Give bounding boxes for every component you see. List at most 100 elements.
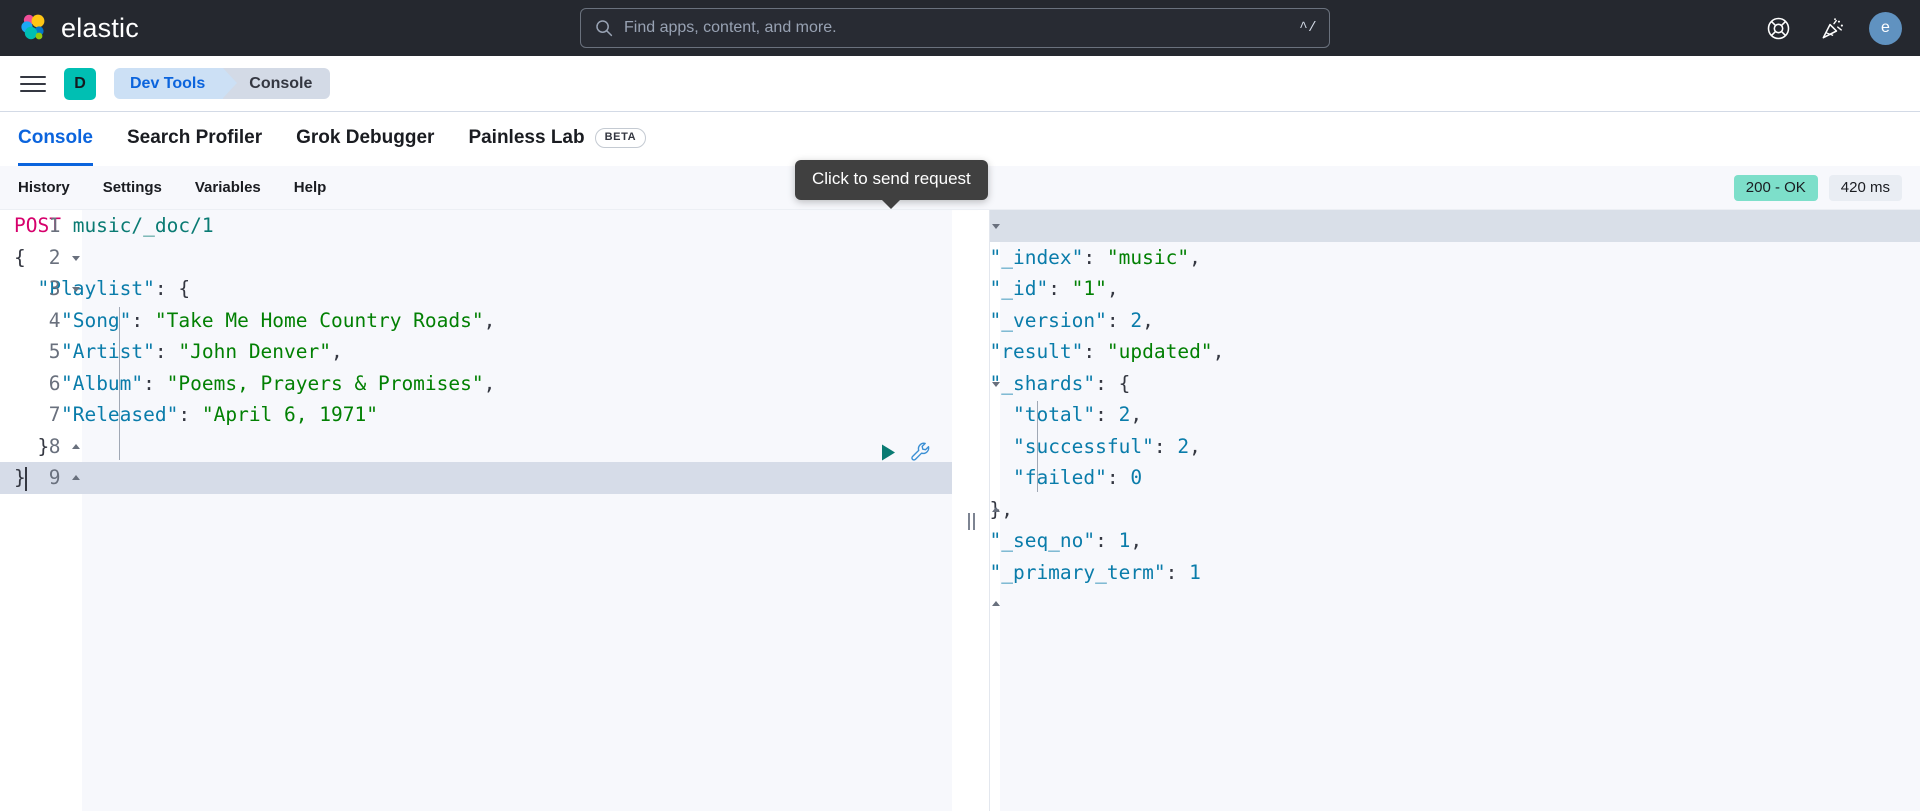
code-token: "John Denver" [178, 340, 331, 363]
menu-item-variables[interactable]: Variables [195, 180, 261, 195]
lifebuoy-help-icon [1766, 16, 1791, 41]
line-number: 4 [0, 305, 82, 337]
help-button[interactable] [1761, 11, 1795, 45]
request-editor-pane[interactable]: 1POST music/_doc/12{3 "Playlist": {4 "So… [0, 210, 952, 811]
code-token: , [484, 372, 496, 395]
code-token: 2 [1130, 309, 1142, 332]
line-number: 9 [0, 462, 82, 494]
code-token: "Take Me Home Country Roads" [155, 309, 484, 332]
code-line[interactable]: 1POST music/_doc/1 [0, 210, 952, 242]
beta-badge: BETA [595, 128, 647, 148]
code-line[interactable]: 3 "Playlist": { [0, 273, 952, 305]
code-token: , [1189, 435, 1201, 458]
code-token: , [1142, 309, 1154, 332]
tab-console[interactable]: Console [18, 112, 93, 166]
console-split-area: 1POST music/_doc/12{3 "Playlist": {4 "So… [0, 210, 1920, 811]
tooltip-text: Click to send request [812, 169, 971, 188]
breadcrumb-label: Dev Tools [130, 75, 205, 93]
fold-up-icon[interactable] [992, 507, 1000, 512]
code-line[interactable]: 5 "Artist": "John Denver", [0, 336, 952, 368]
code-line: 2 "_index": "music", [952, 242, 1920, 274]
request-options-button[interactable] [910, 441, 932, 463]
fold-down-icon[interactable] [72, 287, 80, 292]
code-token: : [1083, 340, 1106, 363]
fold-down-icon[interactable] [72, 256, 80, 261]
fold-down-icon[interactable] [992, 224, 1000, 229]
fold-up-icon[interactable] [72, 475, 80, 480]
code-token: : [1095, 403, 1118, 426]
line-number: 8 [0, 431, 82, 463]
code-token: , [1107, 277, 1119, 300]
code-token: 2 [1177, 435, 1189, 458]
menu-label: Variables [195, 179, 261, 196]
indent-guide [1037, 401, 1038, 492]
request-action-icons [880, 441, 932, 463]
menu-label: Help [294, 179, 327, 196]
breadcrumb-item-dev-tools[interactable]: Dev Tools [114, 68, 223, 99]
code-token: "_index" [989, 246, 1083, 269]
elastic-brand[interactable]: elastic [0, 12, 139, 44]
code-token: : [1048, 277, 1071, 300]
code-line[interactable]: 2{ [0, 242, 952, 274]
code-token: : [1154, 435, 1177, 458]
response-editor-pane[interactable]: 1{2 "_index": "music",3 "_id": "1",4 "_v… [952, 210, 1920, 811]
line-number: 1 [0, 210, 82, 242]
breadcrumb-item-console[interactable]: Console [223, 68, 330, 99]
code-line[interactable]: 7 "Released": "April 6, 1971" [0, 399, 952, 431]
response-status-group: 200 - OK 420 ms [1734, 175, 1902, 201]
global-search-wrapper: Find apps, content, and more. ^/ [580, 8, 1330, 48]
resize-grip-icon [968, 513, 975, 530]
fold-up-icon[interactable] [992, 601, 1000, 606]
send-request-button[interactable] [880, 443, 897, 462]
code-token: : { [155, 277, 190, 300]
breadcrumb: Dev Tools Console [114, 68, 330, 99]
code-line[interactable]: 4 "Song": "Take Me Home Country Roads", [0, 305, 952, 337]
code-token: : [1166, 561, 1189, 584]
hamburger-menu-icon[interactable] [20, 71, 46, 97]
global-search-input[interactable]: Find apps, content, and more. ^/ [580, 8, 1330, 48]
space-avatar[interactable]: D [64, 68, 96, 100]
menu-label: Settings [103, 179, 162, 196]
code-token: : [155, 340, 178, 363]
code-line: 13} [952, 588, 1920, 620]
confetti-announcements-icon [1820, 16, 1845, 41]
code-token: "updated" [1107, 340, 1213, 363]
code-line: 6 "_shards": { [952, 368, 1920, 400]
code-line[interactable]: 6 "Album": "Poems, Prayers & Promises", [0, 368, 952, 400]
panel-resize-handle[interactable] [952, 210, 990, 811]
menu-item-settings[interactable]: Settings [103, 180, 162, 195]
response-code: 1{2 "_index": "music",3 "_id": "1",4 "_v… [952, 210, 1920, 620]
menu-label: History [18, 179, 70, 196]
code-token: music/_doc/1 [73, 214, 214, 237]
elastic-logo-icon [18, 12, 50, 44]
code-token: "April 6, 1971" [202, 403, 378, 426]
code-line[interactable]: 9} [0, 462, 952, 494]
announcements-button[interactable] [1815, 11, 1849, 45]
code-line: 8 "successful": 2, [952, 431, 1920, 463]
app-tabs: Console Search Profiler Grok Debugger Pa… [0, 112, 1920, 166]
send-request-tooltip: Click to send request [795, 160, 988, 200]
menu-item-history[interactable]: History [18, 180, 70, 195]
tab-label: Console [18, 127, 93, 149]
menu-item-help[interactable]: Help [294, 180, 327, 195]
request-code[interactable]: 1POST music/_doc/12{3 "Playlist": {4 "So… [0, 210, 952, 494]
code-token: "total" [1013, 403, 1095, 426]
tab-search-profiler[interactable]: Search Profiler [127, 112, 262, 166]
indent-guide [119, 307, 120, 461]
tab-painless-lab[interactable]: Painless Lab BETA [468, 112, 646, 166]
tab-grok-debugger[interactable]: Grok Debugger [296, 112, 434, 166]
header-actions: e [1761, 11, 1902, 45]
code-line: 3 "_id": "1", [952, 273, 1920, 305]
code-token: : [178, 403, 201, 426]
user-avatar[interactable]: e [1869, 12, 1902, 45]
code-token: : [131, 309, 154, 332]
fold-up-icon[interactable] [72, 444, 80, 449]
code-token: "music" [1107, 246, 1189, 269]
code-line: 4 "_version": 2, [952, 305, 1920, 337]
line-number: 7 [0, 399, 82, 431]
code-token: : [143, 372, 166, 395]
code-line[interactable]: 8 } [0, 431, 952, 463]
code-token: 1 [1189, 561, 1201, 584]
fold-down-icon[interactable] [992, 382, 1000, 387]
line-number: 6 [0, 368, 82, 400]
